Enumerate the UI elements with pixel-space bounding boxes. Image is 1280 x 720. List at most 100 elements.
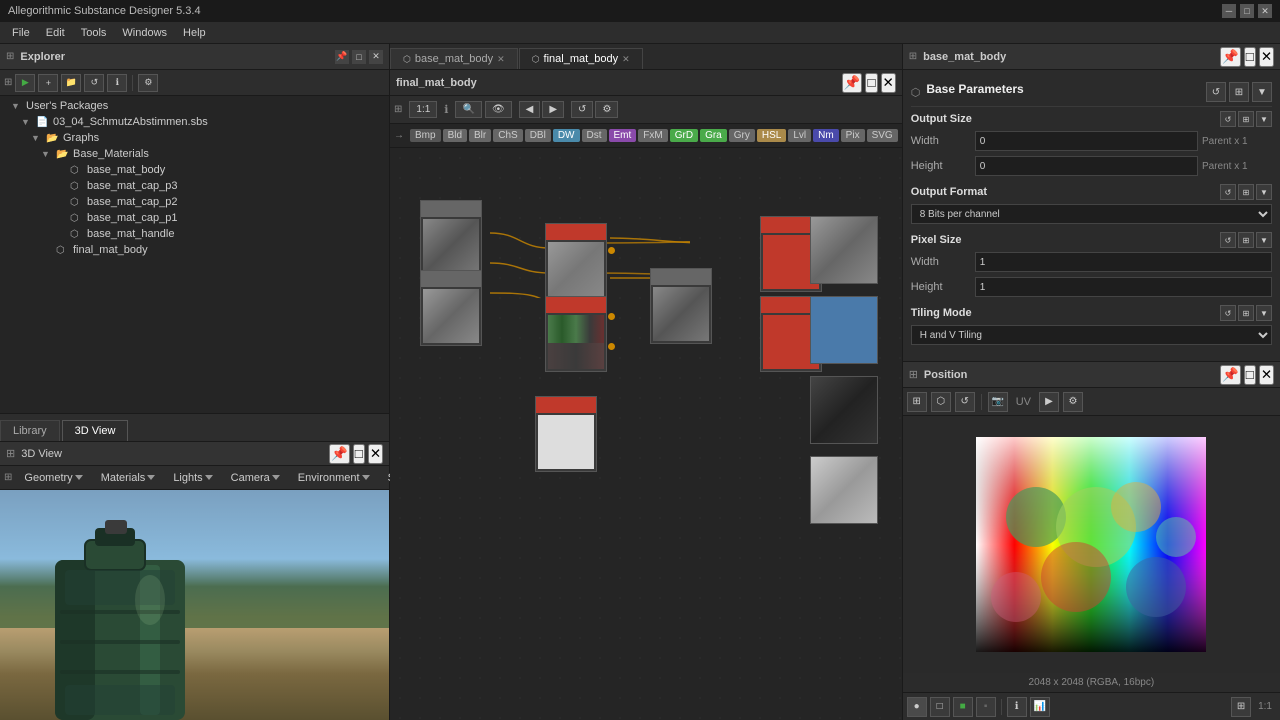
node-blend2[interactable] (545, 296, 607, 372)
geometry-menu[interactable]: Geometry (18, 470, 88, 486)
color-bottom-1[interactable]: ● (907, 697, 927, 717)
graph-zoom-1-button[interactable]: 1:1 (409, 101, 437, 118)
tree-node-1[interactable]: ⬡ base_mat_cap_p3 (0, 178, 389, 194)
view3d-canvas[interactable] (0, 490, 389, 720)
materials-menu[interactable]: Materials (95, 470, 162, 486)
menu-help[interactable]: Help (175, 25, 214, 41)
pixel-ctrl3[interactable]: ▼ (1256, 232, 1272, 248)
node-canvas[interactable] (390, 148, 902, 720)
format-ctrl1[interactable]: ↺ (1220, 184, 1236, 200)
filter-nm[interactable]: Nm (813, 129, 839, 142)
explorer-pin-button[interactable]: 📌 (335, 50, 349, 64)
right-close-button[interactable]: ✕ (1259, 47, 1274, 67)
filter-gry[interactable]: Gry (729, 129, 755, 142)
filter-svg[interactable]: SVG (867, 129, 898, 142)
filter-fxm[interactable]: FxM (638, 129, 667, 142)
graph-pin-button[interactable]: 📌 (842, 73, 863, 93)
filter-grd[interactable]: GrD (670, 129, 698, 142)
explorer-settings-button[interactable]: ⚙ (138, 74, 158, 92)
height-input[interactable] (975, 156, 1198, 176)
graph-tab-1[interactable]: ⬡ final_mat_body ✕ (519, 48, 643, 69)
tiling-ctrl3[interactable]: ▼ (1256, 305, 1272, 321)
filter-gra[interactable]: Gra (700, 129, 727, 142)
explorer-folder-button[interactable]: 📁 (61, 74, 81, 92)
menu-tools[interactable]: Tools (73, 25, 115, 41)
node-tex2[interactable] (420, 270, 482, 346)
close-button[interactable]: ✕ (1258, 4, 1272, 18)
tiling-ctrl1[interactable]: ↺ (1220, 305, 1236, 321)
pixel-ctrl2[interactable]: ⊞ (1238, 232, 1254, 248)
node-isolated[interactable] (535, 396, 597, 472)
filter-bld[interactable]: Bld (443, 129, 467, 142)
explorer-info-button[interactable]: ℹ (107, 74, 127, 92)
filter-dst[interactable]: Dst (582, 129, 607, 142)
color-bottom-2[interactable]: □ (930, 697, 950, 717)
filter-emt[interactable]: Emt (609, 129, 637, 142)
tiling-ctrl2[interactable]: ⊞ (1238, 305, 1254, 321)
right-pin-button[interactable]: 📌 (1220, 47, 1241, 67)
filter-hsl[interactable]: HSL (757, 129, 786, 142)
color-pop-button[interactable]: □ (1244, 365, 1256, 385)
tiling-mode-select[interactable]: H and V Tiling (911, 325, 1272, 345)
color-tool-6[interactable]: ⚙ (1063, 392, 1083, 412)
graph-settings[interactable]: ⚙ (595, 101, 618, 118)
tree-graphs[interactable]: ▼ 📂 Graphs (0, 130, 389, 146)
color-bottom-4[interactable]: ▪ (976, 697, 996, 717)
filter-dbl[interactable]: DBl (525, 129, 551, 142)
graph-pop-button[interactable]: □ (865, 73, 877, 93)
format-ctrl2[interactable]: ⊞ (1238, 184, 1254, 200)
menu-windows[interactable]: Windows (114, 25, 175, 41)
color-pin-button[interactable]: 📌 (1220, 365, 1241, 385)
tree-node-5[interactable]: ⬡ final_mat_body (0, 242, 389, 258)
params-ctrl-1[interactable]: ↺ (1206, 82, 1226, 102)
pixel-width-input[interactable] (975, 252, 1272, 272)
tree-node-2[interactable]: ⬡ base_mat_cap_p2 (0, 194, 389, 210)
maximize-button[interactable]: □ (1240, 4, 1254, 18)
graph-tab-close-0[interactable]: ✕ (497, 54, 505, 65)
graph-view-button[interactable]: 👁 (485, 101, 512, 118)
pixel-height-input[interactable] (975, 277, 1272, 297)
filter-chs[interactable]: ChS (493, 129, 522, 142)
node-blend1[interactable] (545, 223, 607, 299)
params-ctrl-3[interactable]: ▼ (1252, 82, 1272, 102)
graph-action-1[interactable]: ↺ (571, 101, 593, 118)
color-tool-2[interactable]: ⬡ (931, 392, 951, 412)
explorer-refresh-button[interactable]: ↺ (84, 74, 104, 92)
filter-blr[interactable]: Blr (469, 129, 491, 142)
graph-nav-left[interactable]: ◀ (519, 101, 541, 118)
color-tool-1[interactable]: ⊞ (907, 392, 927, 412)
explorer-add-button[interactable]: + (38, 74, 58, 92)
graph-tab-close-1[interactable]: ✕ (622, 54, 630, 65)
explorer-pop-button[interactable]: □ (352, 50, 366, 64)
filter-dw[interactable]: DW (553, 129, 580, 142)
color-canvas-area[interactable] (903, 416, 1280, 673)
environment-menu[interactable]: Environment (292, 470, 376, 486)
width-input[interactable] (975, 131, 1198, 151)
format-ctrl3[interactable]: ▼ (1256, 184, 1272, 200)
output-size-ctrl3[interactable]: ▼ (1256, 111, 1272, 127)
graph-tab-0[interactable]: ⬡ base_mat_body ✕ (390, 48, 518, 69)
color-tool-4[interactable]: 📷 (988, 392, 1008, 412)
explorer-play-button[interactable]: ▶ (15, 74, 35, 92)
graph-nav-right[interactable]: ▶ (542, 101, 564, 118)
node-tex1[interactable] (420, 200, 482, 276)
view3d-close-button[interactable]: ✕ (368, 444, 383, 464)
view3d-tab[interactable]: 3D View (62, 420, 129, 441)
graph-zoom-fit-button[interactable]: 🔍 (455, 101, 481, 118)
tree-node-3[interactable]: ⬡ base_mat_cap_p1 (0, 210, 389, 226)
output-format-select[interactable]: 8 Bits per channel (911, 204, 1272, 224)
params-ctrl-2[interactable]: ⊞ (1229, 82, 1249, 102)
color-tool-5[interactable]: ▶ (1039, 392, 1059, 412)
tree-user-packages[interactable]: ▼ User's Packages (0, 98, 389, 114)
color-bottom-6[interactable]: 📊 (1030, 697, 1050, 717)
graph-close-button[interactable]: ✕ (881, 73, 896, 93)
explorer-close-button[interactable]: ✕ (369, 50, 383, 64)
camera-menu[interactable]: Camera (225, 470, 286, 486)
output-size-ctrl1[interactable]: ↺ (1220, 111, 1236, 127)
filter-lvl[interactable]: Lvl (788, 129, 811, 142)
tree-node-4[interactable]: ⬡ base_mat_handle (0, 226, 389, 242)
menu-edit[interactable]: Edit (38, 25, 73, 41)
tree-base-materials[interactable]: ▼ 📂 Base_Materials (0, 146, 389, 162)
minimize-button[interactable]: ─ (1222, 4, 1236, 18)
tree-package[interactable]: ▼ 📄 03_04_SchmutzAbstimmen.sbs (0, 114, 389, 130)
